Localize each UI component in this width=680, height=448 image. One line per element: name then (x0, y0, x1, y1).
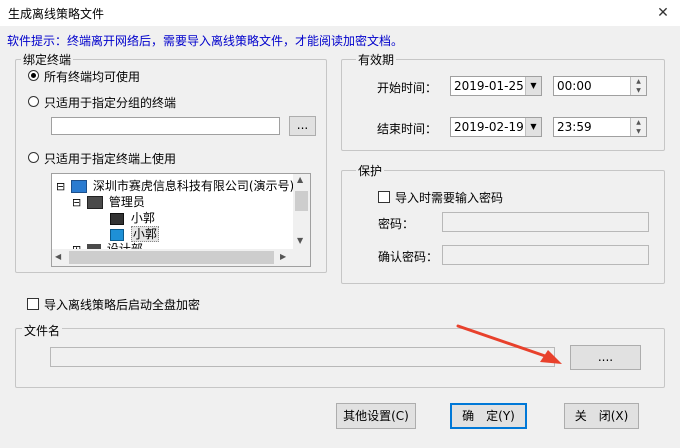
tree-node-label: 管理员 (108, 195, 145, 209)
computer-group-icon (71, 180, 88, 193)
end-time-spinner[interactable]: ▲ ▼ (630, 118, 646, 136)
end-time-label: 结束时间： (377, 122, 438, 136)
tree-vertical-scrollbar[interactable]: ▲ ▼ (293, 174, 310, 250)
end-time-input[interactable]: 23:59 ▲ ▼ (553, 117, 647, 137)
software-tip: 软件提示：终端离开网络后，需要导入离线策略文件，才能阅读加密文档。 (7, 34, 404, 48)
spin-down-icon[interactable]: ▼ (631, 86, 646, 95)
start-date-picker[interactable]: 2019-01-25 ▼ (450, 76, 542, 96)
spin-up-icon[interactable]: ▲ (631, 77, 646, 86)
chevron-down-icon[interactable]: ▼ (525, 77, 541, 95)
scroll-right-icon[interactable]: ▶ (280, 252, 286, 261)
terminal-tree[interactable]: ⊟ 深圳市赛虎信息科技有限公司(演示号) ⊟ 管理员 小郭 小郭 ⊞ 设计部 ▲… (51, 173, 311, 267)
tree-node-company[interactable]: ⊟ 深圳市赛虎信息科技有限公司(演示号) (56, 177, 294, 194)
tree-horizontal-scrollbar[interactable]: ◀ ▶ (52, 249, 310, 266)
other-settings-button[interactable]: 其他设置(C) (336, 403, 416, 429)
window-title: 生成离线策略文件 (8, 7, 105, 21)
protect-legend: 保护 (356, 162, 385, 179)
password-label: 密码： (378, 217, 415, 231)
validity-legend: 有效期 (356, 51, 397, 68)
computer-icon (110, 228, 124, 241)
chevron-down-icon[interactable]: ▼ (525, 118, 541, 136)
file-browse-button[interactable]: .... (570, 345, 641, 370)
scroll-up-icon[interactable]: ▲ (297, 175, 303, 184)
annotation-arrow-icon (456, 324, 562, 364)
start-time-input[interactable]: 00:00 ▲ ▼ (553, 76, 647, 96)
start-time-spinner[interactable]: ▲ ▼ (630, 77, 646, 95)
scroll-thumb[interactable] (69, 251, 274, 264)
tree-node-terminal[interactable]: 小郭 (110, 209, 155, 226)
radio-all-terminals-label: 所有终端均可使用 (44, 70, 141, 84)
spin-up-icon[interactable]: ▲ (631, 118, 646, 127)
group-path-input[interactable] (51, 117, 280, 135)
need-password-label: 导入时需要输入密码 (395, 191, 504, 205)
scroll-thumb[interactable] (295, 191, 308, 211)
need-password-checkbox[interactable] (378, 191, 390, 203)
collapse-icon[interactable]: ⊟ (72, 196, 81, 209)
tree-node-label: 深圳市赛虎信息科技有限公司(演示号) (92, 179, 295, 193)
scroll-left-icon[interactable]: ◀ (55, 252, 61, 261)
title-bar: 生成离线策略文件 ✕ (0, 0, 680, 26)
group-browse-button[interactable]: ... (289, 116, 316, 136)
end-date-picker[interactable]: 2019-02-19 ▼ (450, 117, 542, 137)
computer-icon (110, 212, 124, 225)
confirm-password-input[interactable] (442, 245, 649, 265)
radio-all-terminals[interactable] (28, 70, 39, 81)
radio-specific-group[interactable] (28, 96, 39, 107)
collapse-icon[interactable]: ⊟ (56, 180, 65, 193)
ok-button[interactable]: 确 定(Y) (450, 403, 527, 429)
close-icon[interactable]: ✕ (652, 2, 674, 24)
tree-node-admin[interactable]: ⊟ 管理员 (72, 193, 145, 210)
confirm-password-label: 确认密码： (378, 250, 439, 264)
full-encrypt-checkbox[interactable] (27, 298, 39, 310)
file-name-legend: 文件名 (22, 322, 63, 339)
validity-group (341, 59, 665, 151)
close-button[interactable]: 关 闭(X) (564, 403, 639, 429)
full-encrypt-label: 导入离线策略后启动全盘加密 (44, 298, 201, 312)
radio-specific-terminal[interactable] (28, 152, 39, 163)
password-input[interactable] (442, 212, 649, 232)
spin-down-icon[interactable]: ▼ (631, 127, 646, 136)
radio-specific-group-label: 只适用于指定分组的终端 (44, 96, 177, 110)
start-time-label: 开始时间： (377, 81, 438, 95)
computer-group-icon (87, 196, 104, 209)
radio-specific-terminal-label: 只适用于指定终端上使用 (44, 152, 177, 166)
tree-node-label: 小郭 (130, 211, 155, 225)
scroll-down-icon[interactable]: ▼ (297, 236, 303, 245)
bind-terminal-legend: 绑定终端 (21, 51, 74, 68)
